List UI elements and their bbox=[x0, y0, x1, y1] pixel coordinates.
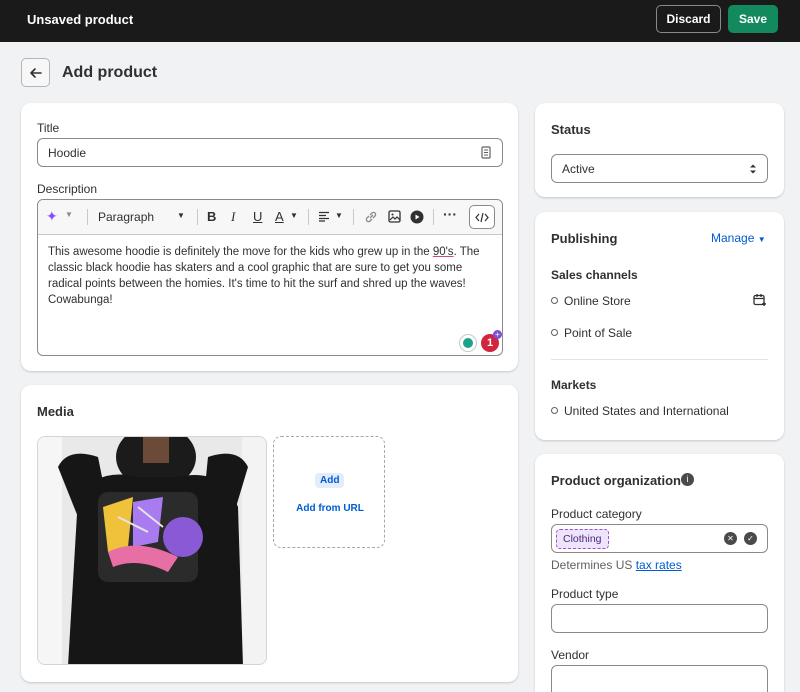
link-icon[interactable] bbox=[364, 210, 378, 224]
media-heading: Media bbox=[37, 404, 74, 419]
code-icon bbox=[475, 212, 489, 223]
hoodie-photo bbox=[38, 437, 248, 664]
chevron-down-icon[interactable]: ▼ bbox=[65, 210, 73, 219]
align-chevron-icon[interactable]: ▼ bbox=[335, 211, 343, 220]
paragraph-select[interactable]: Paragraph bbox=[98, 210, 154, 224]
publishing-divider bbox=[551, 359, 768, 360]
vendor-label: Vendor bbox=[551, 648, 590, 662]
italic-icon[interactable]: I bbox=[231, 209, 235, 225]
manage-label: Manage bbox=[711, 231, 755, 245]
manage-chevron-icon: ▼ bbox=[757, 235, 766, 244]
text-color-chevron-icon[interactable]: ▼ bbox=[290, 211, 298, 220]
media-dropzone[interactable]: Add Add from URL bbox=[273, 436, 385, 548]
paragraph-chevron-icon[interactable]: ▼ bbox=[177, 211, 185, 220]
description-label: Description bbox=[37, 182, 98, 196]
description-editor[interactable]: ✦ ▼ Paragraph ▼ B I U A ▼ ▼ ··· This awe… bbox=[37, 199, 503, 356]
spellcheck-word[interactable]: 90's bbox=[433, 246, 454, 258]
toolbar-divider bbox=[87, 209, 88, 225]
underline-icon[interactable]: U bbox=[253, 209, 262, 224]
product-category-label: Product category bbox=[551, 507, 642, 521]
unsaved-title: Unsaved product bbox=[27, 12, 134, 27]
description-part-1: This awesome hoodie is definitely the mo… bbox=[48, 246, 433, 258]
product-image[interactable] bbox=[37, 436, 267, 665]
toolbar-divider bbox=[433, 209, 434, 225]
title-label: Title bbox=[37, 121, 60, 135]
channel-point-of-sale: Point of Sale bbox=[564, 326, 633, 340]
discard-button[interactable]: Discard bbox=[656, 5, 721, 33]
toolbar-divider bbox=[308, 209, 309, 225]
channel-status-icon bbox=[551, 329, 558, 336]
align-left-icon[interactable] bbox=[318, 211, 330, 222]
top-bar: Unsaved product Discard Save bbox=[0, 0, 800, 42]
tax-note: Determines US tax rates bbox=[551, 558, 682, 572]
title-value: Hoodie bbox=[48, 146, 87, 160]
more-options-icon[interactable]: ··· bbox=[443, 206, 457, 222]
market-status-icon bbox=[551, 407, 558, 414]
grammar-badge-count: 1 bbox=[486, 337, 494, 349]
product-type-label: Product type bbox=[551, 587, 619, 601]
manage-button[interactable]: Manage ▼ bbox=[711, 231, 766, 245]
bold-icon[interactable]: B bbox=[207, 209, 216, 224]
channel-status-icon bbox=[551, 297, 558, 304]
sales-channels-label: Sales channels bbox=[551, 268, 638, 282]
page-title: Add product bbox=[62, 64, 158, 81]
grammar-plus-icon[interactable]: + bbox=[493, 330, 502, 339]
toolbar-divider bbox=[197, 209, 198, 225]
image-icon[interactable] bbox=[388, 210, 401, 223]
arrow-left-icon bbox=[29, 67, 42, 78]
description-text[interactable]: This awesome hoodie is definitely the mo… bbox=[48, 244, 494, 308]
schedule-calendar-icon[interactable] bbox=[753, 293, 767, 307]
autofill-icon[interactable] bbox=[481, 146, 491, 159]
status-value: Active bbox=[562, 162, 595, 176]
ai-sparkle-icon[interactable]: ✦ bbox=[46, 208, 58, 225]
clear-category-icon[interactable]: ✕ bbox=[724, 532, 737, 545]
video-icon[interactable] bbox=[410, 210, 424, 224]
writing-assistant-icon[interactable] bbox=[459, 334, 477, 352]
markets-label: Markets bbox=[551, 378, 597, 392]
status-select[interactable]: Active bbox=[551, 154, 768, 183]
code-view-button[interactable] bbox=[469, 205, 495, 229]
tax-rates-link[interactable]: tax rates bbox=[636, 558, 682, 572]
info-icon[interactable]: i bbox=[681, 473, 694, 486]
vendor-input[interactable] bbox=[551, 665, 768, 692]
back-button[interactable] bbox=[21, 58, 50, 87]
text-color-icon[interactable]: A bbox=[275, 209, 284, 224]
market-us-international: United States and International bbox=[564, 404, 729, 418]
tax-note-prefix: Determines US bbox=[551, 558, 636, 572]
category-tag[interactable]: Clothing bbox=[556, 529, 609, 549]
save-button[interactable]: Save bbox=[728, 5, 778, 33]
confirm-category-icon[interactable]: ✓ bbox=[744, 532, 757, 545]
publishing-heading: Publishing bbox=[551, 231, 618, 246]
status-heading: Status bbox=[551, 122, 591, 137]
organization-heading: Product organization bbox=[551, 473, 681, 488]
channel-online-store: Online Store bbox=[564, 294, 631, 308]
editor-toolbar: ✦ ▼ Paragraph ▼ B I U A ▼ ▼ ··· bbox=[38, 200, 502, 235]
product-type-input[interactable] bbox=[551, 604, 768, 633]
select-arrows-icon bbox=[750, 164, 756, 174]
add-from-url-link[interactable]: Add from URL bbox=[274, 503, 386, 514]
add-media-button[interactable]: Add bbox=[315, 473, 345, 488]
title-input[interactable]: Hoodie bbox=[37, 138, 503, 167]
toolbar-divider bbox=[353, 209, 354, 225]
